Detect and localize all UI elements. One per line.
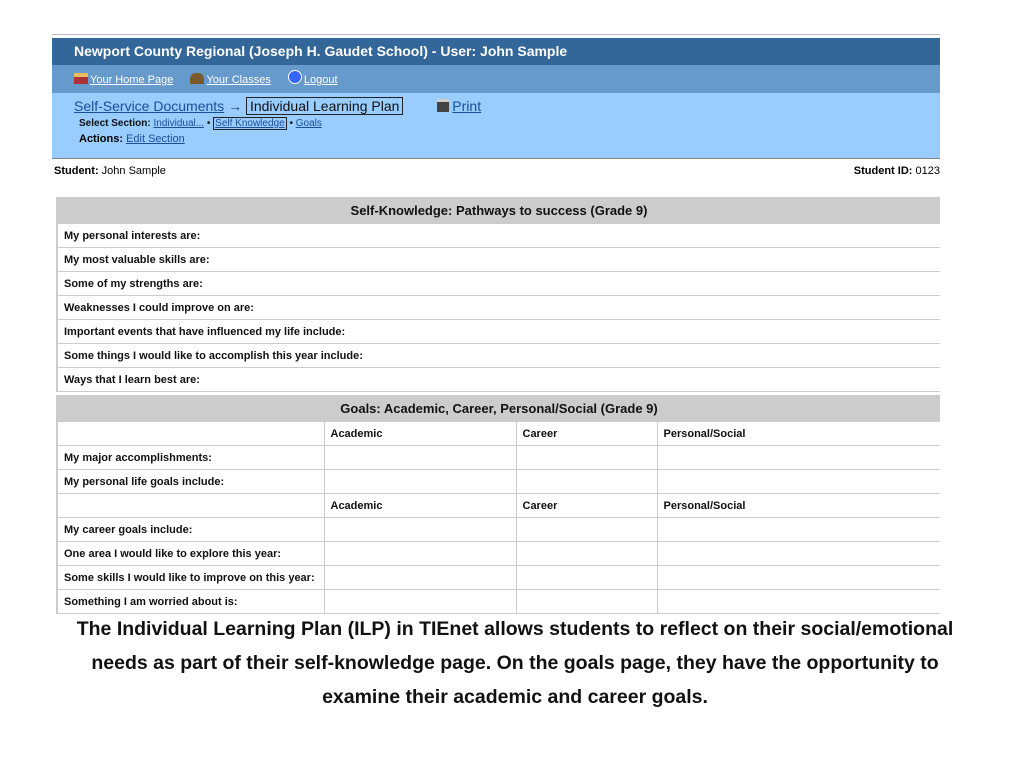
goal-cell xyxy=(515,565,657,590)
row-label: One area I would like to explore this ye… xyxy=(57,541,324,566)
row-label: Ways that I learn best are: xyxy=(57,367,940,392)
caption-line: examine their academic and career goals. xyxy=(322,686,708,708)
nav-bar: Your Home Page Your Classes Logout xyxy=(52,65,940,93)
table-row: My career goals include: xyxy=(57,517,940,542)
empty-cell xyxy=(57,493,324,518)
student-id: Student ID: 0123 xyxy=(854,159,940,183)
nav-classes-link[interactable]: Your Classes xyxy=(190,73,271,86)
app-header: Newport County Regional (Joseph H. Gaude… xyxy=(52,38,940,65)
table-row: Some of my strengths are: xyxy=(57,271,940,296)
actions-label: Actions: xyxy=(79,133,123,145)
section-selector: Select Section: Individual... • Self Kno… xyxy=(74,117,940,130)
nav-home-label: Your Home Page xyxy=(90,74,174,86)
row-label: Weaknesses I could improve on are: xyxy=(57,295,940,320)
row-label: Some of my strengths are: xyxy=(57,271,940,296)
table-row: My personal interests are: xyxy=(57,224,940,248)
column-header: Academic xyxy=(323,422,516,446)
goal-cell xyxy=(656,517,940,542)
separator: • xyxy=(206,118,211,129)
printer-icon xyxy=(437,99,450,112)
section-self-knowledge[interactable]: Self Knowledge xyxy=(213,117,287,130)
logout-icon xyxy=(287,70,302,84)
row-label: Important events that have influenced my… xyxy=(57,319,940,344)
column-header-row: Academic Career Personal/Social xyxy=(57,422,940,446)
student-name: John Sample xyxy=(101,165,166,177)
breadcrumb: Self-Service Documents → Individual Lear… xyxy=(74,93,940,115)
row-label: Some skills I would like to improve on t… xyxy=(57,565,324,590)
column-header: Career xyxy=(515,493,657,518)
table-row: Important events that have influenced my… xyxy=(57,319,940,344)
table-row: Weaknesses I could improve on are: xyxy=(57,295,940,320)
nav-classes-label: Your Classes xyxy=(206,74,271,86)
row-label: My personal interests are: xyxy=(57,224,940,248)
section-individual[interactable]: Individual... xyxy=(153,118,204,129)
self-knowledge-title: Self-Knowledge: Pathways to success (Gra… xyxy=(57,197,940,224)
app-screenshot: Newport County Regional (Joseph H. Gaude… xyxy=(52,34,940,614)
column-header-row: Academic Career Personal/Social xyxy=(57,493,940,518)
goal-cell xyxy=(515,589,657,614)
table-row: Something I am worried about is: xyxy=(57,589,940,614)
column-header: Personal/Social xyxy=(656,493,940,518)
goal-cell xyxy=(515,517,657,542)
row-label: Some things I would like to accomplish t… xyxy=(57,343,940,368)
goal-cell xyxy=(656,469,940,494)
table-row: Some skills I would like to improve on t… xyxy=(57,565,940,590)
slide-caption: The Individual Learning Plan (ILP) in TI… xyxy=(40,612,990,714)
breadcrumb-parent[interactable]: Self-Service Documents xyxy=(74,98,224,114)
empty-cell xyxy=(57,422,324,446)
goal-cell xyxy=(656,565,940,590)
goal-cell xyxy=(323,589,516,614)
student-label: Student: xyxy=(54,165,99,177)
goal-cell xyxy=(515,445,657,470)
goal-cell xyxy=(515,541,657,566)
student-info: Student: John Sample Student ID: 0123 xyxy=(52,159,940,183)
caption-line: The Individual Learning Plan (ILP) in TI… xyxy=(76,618,954,640)
goal-cell xyxy=(515,469,657,494)
row-label: My career goals include: xyxy=(57,517,324,542)
print-button[interactable]: Print xyxy=(437,98,481,114)
document-toolbar: Self-Service Documents → Individual Lear… xyxy=(52,93,940,159)
goal-cell xyxy=(656,541,940,566)
table-row: My personal life goals include: xyxy=(57,469,940,494)
edit-section-link[interactable]: Edit Section xyxy=(126,133,185,145)
goal-cell xyxy=(323,541,516,566)
section-goals[interactable]: Goals xyxy=(296,118,322,129)
column-header: Personal/Social xyxy=(656,422,940,446)
table-row: One area I would like to explore this ye… xyxy=(57,541,940,566)
home-icon xyxy=(74,73,88,84)
goal-cell xyxy=(323,469,516,494)
goal-cell xyxy=(323,445,516,470)
row-label: My personal life goals include: xyxy=(57,469,324,494)
row-label: Something I am worried about is: xyxy=(57,589,324,614)
breadcrumb-current: Individual Learning Plan xyxy=(245,97,404,115)
caption-line: needs as part of their self-knowledge pa… xyxy=(91,652,939,674)
goals-title: Goals: Academic, Career, Personal/Social… xyxy=(57,395,940,422)
student-id-label: Student ID: xyxy=(853,165,913,177)
table-row: Some things I would like to accomplish t… xyxy=(57,343,940,368)
section-label: Select Section: xyxy=(79,118,151,129)
nav-logout-label: Logout xyxy=(303,74,338,86)
goal-cell xyxy=(323,517,516,542)
goal-cell xyxy=(656,589,940,614)
actions: Actions: Edit Section xyxy=(74,133,940,145)
separator: • xyxy=(289,118,293,129)
row-label: My major accomplishments: xyxy=(57,445,324,470)
student-id-value: 0123 xyxy=(915,165,940,177)
column-header: Career xyxy=(515,422,657,446)
nav-home-link[interactable]: Your Home Page xyxy=(74,73,174,86)
goals-table: Goals: Academic, Career, Personal/Social… xyxy=(56,395,940,614)
column-header: Academic xyxy=(323,493,516,518)
nav-logout-link[interactable]: Logout xyxy=(287,70,338,86)
classes-icon xyxy=(190,73,205,84)
table-row: Ways that I learn best are: xyxy=(57,367,940,392)
goal-cell xyxy=(656,445,940,470)
breadcrumb-arrow: → xyxy=(228,98,243,114)
row-label: My most valuable skills are: xyxy=(57,247,940,272)
print-label: Print xyxy=(452,98,482,114)
self-knowledge-table: Self-Knowledge: Pathways to success (Gra… xyxy=(56,197,940,392)
table-row: My major accomplishments: xyxy=(57,445,940,470)
table-row: My most valuable skills are: xyxy=(57,247,940,272)
goal-cell xyxy=(323,565,516,590)
